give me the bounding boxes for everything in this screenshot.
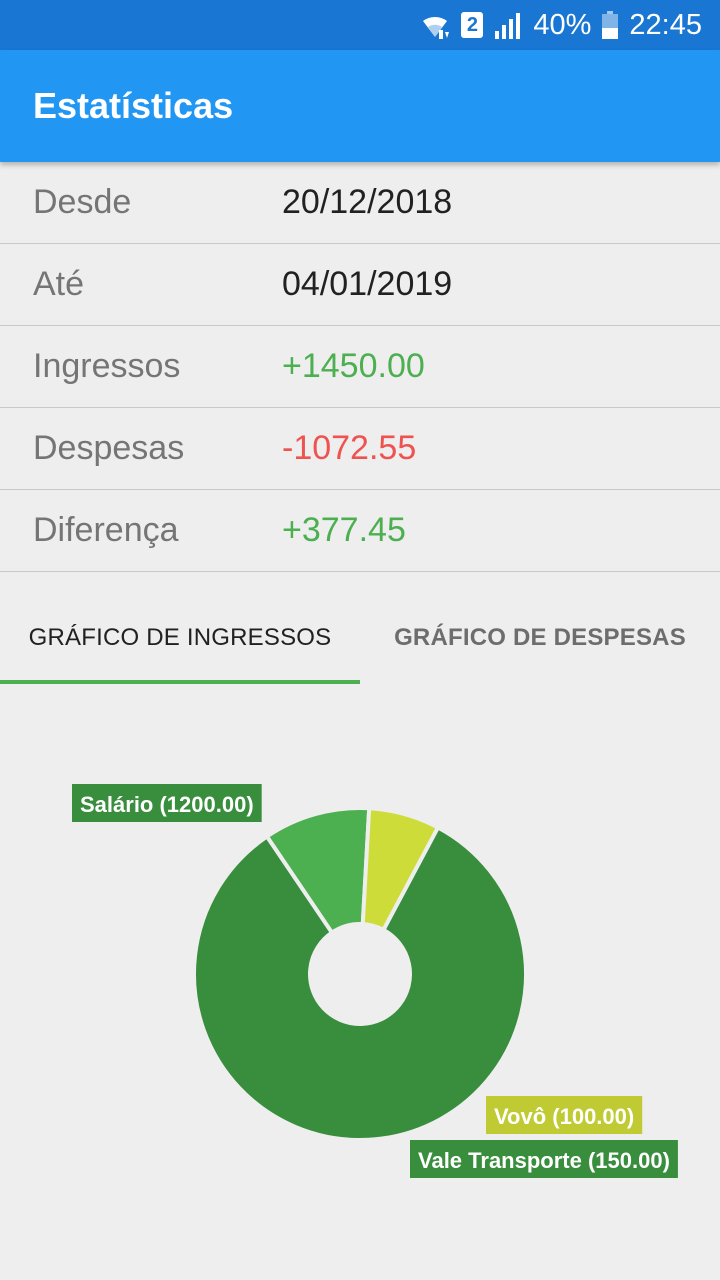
app-bar: Estatísticas [0,50,720,162]
stats-list: Desde 20/12/2018 Até 04/01/2019 Ingresso… [0,162,720,572]
svg-text:Vovô (100.00): Vovô (100.00) [494,1104,634,1129]
chart-tabs: GRÁFICO DE INGRESSOS GRÁFICO DE DESPESAS [0,592,720,684]
income-chart: Salário (1200.00) Vale Transporte (150.00… [0,684,720,1280]
battery-icon [601,10,619,40]
sim-2-icon: 2 [461,12,484,38]
stat-value[interactable]: 20/12/2018 [282,183,452,222]
stat-value[interactable]: 04/01/2019 [282,265,452,304]
stat-row-diferenca: Diferença +377.45 [0,490,720,572]
tab-grafico-ingressos[interactable]: GRÁFICO DE INGRESSOS [0,592,360,684]
signal-icon [493,11,523,39]
stat-label: Ingressos [33,347,181,385]
page-title: Estatísticas [33,85,234,126]
clock: 22:45 [629,8,702,41]
svg-text:Salário (1200.00): Salário (1200.00) [80,792,254,817]
wifi-icon [419,10,451,40]
pie-label-sal-rio: Salário (1200.00) [72,784,262,822]
stat-row-ate: Até 04/01/2019 [0,244,720,326]
stat-value: +377.45 [282,511,406,549]
stat-row-ingressos: Ingressos +1450.00 [0,326,720,408]
stat-row-desde: Desde 20/12/2018 [0,162,720,244]
stat-value: -1072.55 [282,429,417,467]
pie-label-vale-transporte: Vale Transporte (150.00) [410,1140,678,1178]
status-bar: 2 40% 22:45 [0,0,720,50]
tab-label: GRÁFICO DE DESPESAS [394,624,686,651]
stat-row-despesas: Despesas -1072.55 [0,408,720,490]
tab-label: GRÁFICO DE INGRESSOS [28,624,332,651]
tab-grafico-despesas[interactable]: GRÁFICO DE DESPESAS [360,592,720,684]
stat-label: Despesas [33,429,185,467]
stat-label: Diferença [33,511,179,549]
stat-value: +1450.00 [282,347,425,385]
pie-chart: Salário (1200.00) Vale Transporte (150.00… [72,784,678,1178]
stat-label: Até [33,265,85,303]
battery-percent: 40% [533,8,592,41]
pie-label-vov-: Vovô (100.00) [486,1096,643,1134]
stat-label: Desde [33,183,132,221]
svg-text:Vale Transporte (150.00): Vale Transporte (150.00) [418,1148,670,1173]
